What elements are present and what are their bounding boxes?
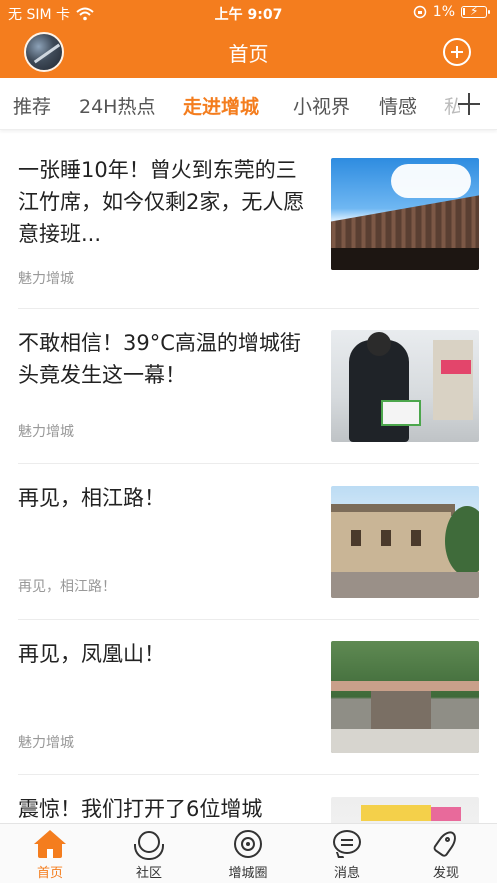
bottom-tab-messages[interactable]: 消息 bbox=[307, 830, 387, 881]
bottom-tab-bar: 首页 社区 增城圈 消息 发现 bbox=[0, 823, 497, 883]
article-item[interactable]: 再见，凤凰山！ 魅力增城 bbox=[18, 620, 479, 775]
community-icon bbox=[133, 830, 165, 860]
tab-24h-hot[interactable]: 24H热点 bbox=[79, 92, 155, 119]
article-thumbnail bbox=[331, 641, 479, 753]
rocket-icon bbox=[430, 827, 462, 860]
category-tabs: 推荐 24H热点 走进增城 小视界 情感 私 bbox=[0, 78, 497, 130]
article-title: 不敢相信！39°C高温的增城街头竟发生这一幕！ bbox=[18, 331, 301, 387]
app-root: 无 SIM 卡 上午 9:07 1% ⚡ 首页 推荐 24H热点 走进增城 小视… bbox=[0, 0, 497, 883]
article-item[interactable]: 不敢相信！39°C高温的增城街头竟发生这一幕！ 魅力增城 bbox=[18, 309, 479, 464]
circle-icon bbox=[232, 830, 264, 860]
article-item[interactable]: 一张睡10年！曾火到东莞的三江竹席，如今仅剩2家，无人愿意接班... 魅力增城 bbox=[18, 130, 479, 309]
article-thumbnail bbox=[331, 158, 479, 270]
tabs-more-icon[interactable] bbox=[457, 92, 481, 116]
article-thumbnail bbox=[331, 486, 479, 598]
add-button[interactable] bbox=[443, 38, 471, 66]
article-source: 再见，相江路！ bbox=[18, 579, 116, 595]
article-title: 再见，凤凰山！ bbox=[18, 642, 165, 666]
bottom-tab-discover[interactable]: 发现 bbox=[406, 827, 486, 881]
tab-emotion[interactable]: 情感 bbox=[379, 92, 417, 119]
article-title: 震惊！我们打开了6位增城 bbox=[18, 797, 263, 821]
page-title: 首页 bbox=[228, 42, 269, 66]
bottom-tab-label: 增城圈 bbox=[228, 866, 268, 881]
message-icon bbox=[331, 830, 363, 860]
bottom-tab-label: 首页 bbox=[36, 866, 63, 881]
article-source: 魅力增城 bbox=[18, 424, 74, 440]
bottom-tab-home[interactable]: 首页 bbox=[10, 830, 90, 881]
article-source: 魅力增城 bbox=[18, 735, 74, 751]
battery-percent: 1% bbox=[432, 4, 455, 20]
bottom-tab-circle[interactable]: 增城圈 bbox=[208, 830, 288, 881]
bottom-tab-community[interactable]: 社区 bbox=[109, 830, 189, 881]
article-title: 一张睡10年！曾火到东莞的三江竹席，如今仅剩2家，无人愿意接班... bbox=[18, 158, 305, 246]
status-bar: 无 SIM 卡 上午 9:07 1% ⚡ bbox=[0, 0, 497, 26]
article-thumbnail bbox=[331, 330, 479, 442]
bottom-tab-label: 发现 bbox=[432, 866, 459, 881]
tab-small-vision[interactable]: 小视界 bbox=[293, 92, 350, 119]
tab-zengcheng[interactable]: 走进增城 bbox=[183, 92, 259, 119]
article-title: 再见，相江路！ bbox=[18, 486, 165, 510]
article-thumbnail bbox=[331, 797, 479, 823]
tab-recommend[interactable]: 推荐 bbox=[13, 92, 51, 119]
article-source: 魅力增城 bbox=[18, 271, 74, 287]
nav-bar: 首页 bbox=[0, 26, 497, 78]
article-item[interactable]: 震惊！我们打开了6位增城 bbox=[18, 775, 479, 823]
orientation-lock-icon bbox=[413, 5, 427, 19]
status-right: 1% ⚡ bbox=[413, 4, 490, 20]
article-item[interactable]: 再见，相江路！ 再见，相江路！ bbox=[18, 464, 479, 620]
battery-icon: ⚡ bbox=[461, 4, 490, 18]
home-icon bbox=[34, 830, 66, 860]
bottom-tab-label: 社区 bbox=[135, 866, 162, 881]
article-feed: 一张睡10年！曾火到东莞的三江竹席，如今仅剩2家，无人愿意接班... 魅力增城 … bbox=[0, 130, 497, 823]
bottom-tab-label: 消息 bbox=[333, 866, 360, 881]
header: 无 SIM 卡 上午 9:07 1% ⚡ 首页 bbox=[0, 0, 497, 78]
